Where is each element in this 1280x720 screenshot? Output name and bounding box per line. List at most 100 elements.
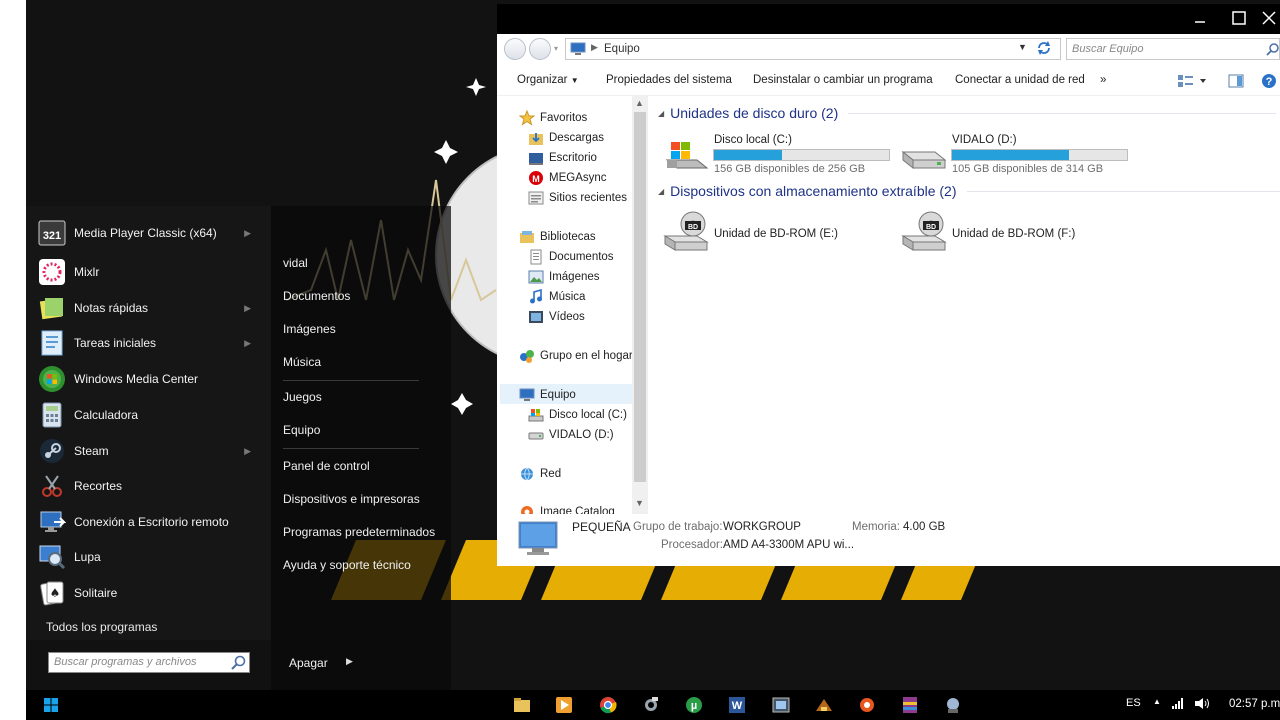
place-help-support[interactable]: Ayuda y soporte técnico [283,558,411,572]
scroll-down-icon[interactable]: ▼ [635,498,644,508]
more-commands-button[interactable]: » [1100,74,1106,86]
taskbar-media-player-icon[interactable] [553,695,575,715]
nav-homegroup[interactable]: Grupo en el hogar [519,347,633,365]
taskbar-app-icon[interactable] [856,695,878,715]
place-music[interactable]: Música [283,355,321,369]
star-icon [519,110,535,126]
place-pictures[interactable]: Imágenes [283,322,336,336]
nav-videos[interactable]: Vídeos [528,308,585,326]
place-computer[interactable]: Equipo [283,423,320,437]
minimize-button[interactable] [1180,4,1220,32]
program-steam[interactable]: Steam ▶ [38,436,263,466]
close-button[interactable] [1258,4,1280,32]
drive-d[interactable]: VIDALO (D:) 105 GB disponibles de 314 GB [901,132,1141,180]
taskbar-winrar-icon[interactable] [899,695,921,715]
program-label: Steam [74,444,109,458]
bd-label: BD [926,224,936,231]
group-header-hard-drives[interactable]: ◢ Unidades de disco duro (2) [658,105,1277,121]
preview-pane-icon[interactable] [1228,74,1244,91]
drive-bd-rom-f[interactable]: BD Unidad de BD-ROM (F:) [901,210,1141,258]
nav-documents[interactable]: Documentos [528,248,614,266]
nav-local-disk-c[interactable]: Disco local (C:) [528,406,627,424]
nav-recent-places[interactable]: Sitios recientes [528,189,627,207]
nav-vidalo-d[interactable]: VIDALO (D:) [528,426,614,444]
program-remote-desktop[interactable]: Conexión a Escritorio remoto [38,507,263,537]
address-bar[interactable]: ▶ Equipo ▼ [565,38,1061,60]
taskbar-network-app-icon[interactable] [942,695,964,715]
place-devices-printers[interactable]: Dispositivos e impresoras [283,492,420,506]
program-getting-started[interactable]: Tareas iniciales ▶ [38,328,263,358]
refresh-icon[interactable] [1036,40,1052,59]
nav-network[interactable]: Red [519,465,561,483]
start-search-input[interactable]: Buscar programas y archivos [48,652,250,673]
search-icon[interactable] [230,655,248,670]
system-properties-button[interactable]: Propiedades del sistema [606,74,732,86]
shutdown-button[interactable]: Apagar [289,656,328,670]
drive-name: Unidad de BD-ROM (F:) [952,228,1076,240]
window-title-bar[interactable] [497,4,1280,34]
program-calculator[interactable]: Calculadora [38,400,263,430]
start-button[interactable] [40,695,62,715]
map-network-drive-button[interactable]: Conectar a unidad de red [955,74,1085,86]
program-snipping-tool[interactable]: Recortes [38,471,263,501]
program-magnifier[interactable]: Lupa [38,542,263,572]
place-default-programs[interactable]: Programas predeterminados [283,525,435,539]
program-mixlr[interactable]: Mixlr [38,257,263,287]
place-control-panel[interactable]: Panel de control [283,459,370,473]
taskbar-game-icon[interactable] [813,695,835,715]
show-hidden-icons-icon[interactable]: ▲ [1153,697,1161,706]
taskbar-tool-icon[interactable] [640,695,662,715]
scroll-up-icon[interactable]: ▲ [635,98,644,108]
taskbar-chrome-icon[interactable] [597,695,619,715]
program-label: Lupa [74,550,101,564]
drive-bd-rom-e[interactable]: BD Unidad de BD-ROM (E:) [663,210,903,258]
clock-time[interactable]: 02:57 p.m. [1229,698,1280,710]
nav-desktop[interactable]: Escritorio [528,149,597,167]
nav-computer[interactable]: Equipo [519,386,576,404]
scrollbar-thumb[interactable] [634,112,646,482]
taskbar-utorrent-icon[interactable]: µ [683,695,705,715]
volume-icon[interactable] [1194,697,1210,713]
view-options-icon[interactable] [1177,74,1207,91]
breadcrumb-chevron-icon[interactable]: ▶ [591,42,598,53]
forward-button[interactable] [529,38,551,60]
input-language[interactable]: ES [1126,697,1141,709]
taskbar-film-icon[interactable] [770,695,792,715]
drive-c[interactable]: Disco local (C:) 156 GB disponibles de 2… [663,132,903,180]
group-divider [966,190,1280,192]
solitaire-icon: ♠ [38,579,66,607]
organize-button[interactable]: Organizar ▼ [517,74,579,86]
shutdown-options-arrow-icon[interactable]: ▶ [346,656,353,667]
nav-music[interactable]: Música [528,288,585,306]
network-signal-icon[interactable] [1171,697,1185,712]
search-icon[interactable] [1266,43,1280,60]
program-windows-media-center[interactable]: Windows Media Center [38,364,263,394]
recent-pages-chevron-icon[interactable]: ▾ [554,44,558,53]
nav-libraries[interactable]: Bibliotecas [519,228,596,246]
nav-favorites[interactable]: Favoritos [519,109,587,127]
taskbar-explorer-icon[interactable] [511,695,533,715]
nav-megasync[interactable]: M MEGAsync [528,169,607,187]
group-title: Dispositivos con almacenamiento extraíbl… [670,183,957,199]
place-games[interactable]: Juegos [283,390,322,404]
explorer-search-input[interactable]: Buscar Equipo [1066,38,1280,60]
uninstall-program-button[interactable]: Desinstalar o cambiar un programa [753,74,933,86]
nav-label: Equipo [540,389,576,401]
maximize-button[interactable] [1219,4,1259,32]
nav-scrollbar[interactable]: ▲ ▼ [632,96,648,514]
nav-downloads[interactable]: Descargas [528,129,604,147]
help-icon[interactable]: ? [1261,73,1277,92]
address-dropdown-icon[interactable]: ▼ [1018,42,1027,52]
nav-image-catalog[interactable]: Image Catalog [519,503,615,514]
program-sticky-notes[interactable]: Notas rápidas ▶ [38,293,263,323]
back-button[interactable] [504,38,526,60]
all-programs-link[interactable]: Todos los programas [46,620,157,634]
place-documents[interactable]: Documentos [283,289,350,303]
program-solitaire[interactable]: ♠ Solitaire [38,578,263,608]
program-media-player-classic[interactable]: 321 Media Player Classic (x64) ▶ [38,218,263,248]
nav-pictures[interactable]: Imágenes [528,268,600,286]
taskbar-word-icon[interactable]: W [726,695,748,715]
group-header-removable[interactable]: ◢ Dispositivos con almacenamiento extraí… [658,183,1280,199]
breadcrumb-equipo[interactable]: Equipo [604,43,640,55]
place-user-vidal[interactable]: vidal [283,256,308,270]
